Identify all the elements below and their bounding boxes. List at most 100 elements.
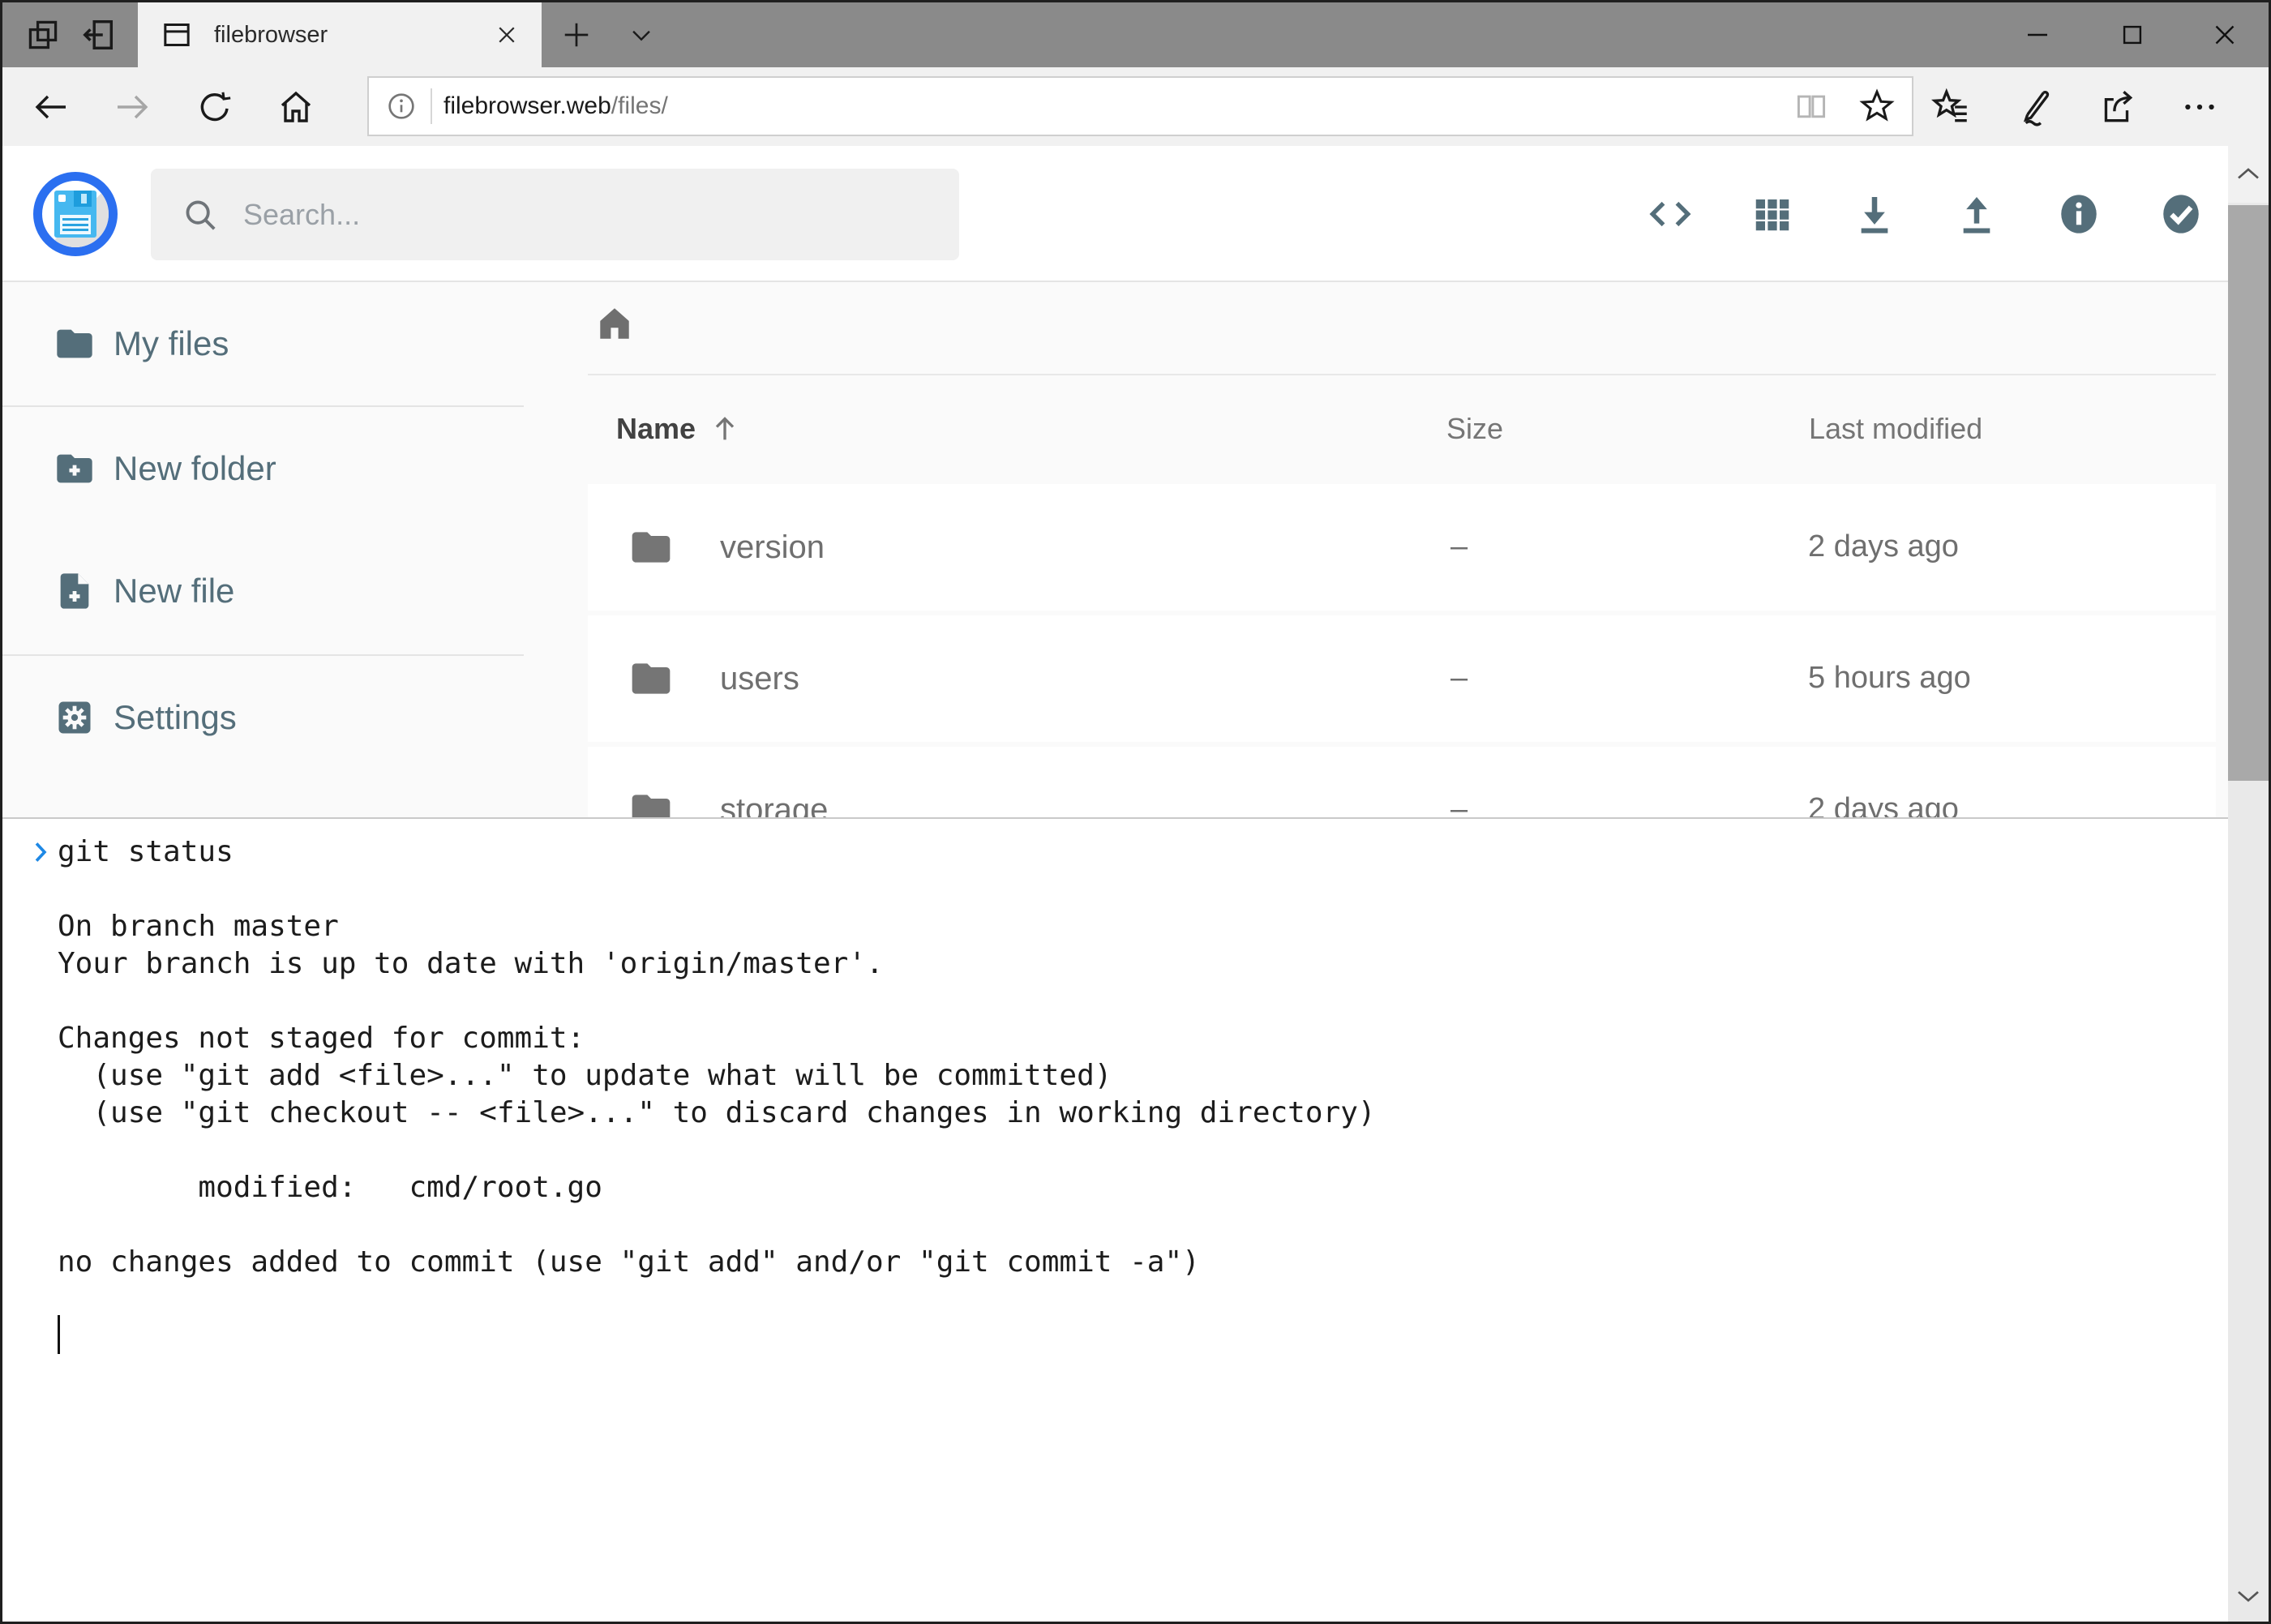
file-size: – <box>1450 661 1468 696</box>
download-button[interactable] <box>1849 188 1900 240</box>
sidebar-item-my-files[interactable]: My files <box>2 282 524 405</box>
file-modified: 2 days ago <box>1808 792 1959 817</box>
settings-ellipsis-icon[interactable] <box>2179 87 2220 127</box>
browser-tab[interactable]: filebrowser <box>138 2 542 67</box>
folder-icon <box>627 787 675 817</box>
share-icon[interactable] <box>2097 87 2137 127</box>
new-tab-button[interactable] <box>552 2 601 67</box>
folder-plus-icon <box>54 448 96 490</box>
site-info-icon[interactable] <box>385 90 418 122</box>
refresh-button[interactable] <box>178 67 251 146</box>
close-icon <box>2210 20 2239 49</box>
file-size: – <box>1450 792 1468 817</box>
sidebar-item-new-folder[interactable]: New folder <box>2 407 524 530</box>
file-listing: Name Size Last modified version – 2 days… <box>588 282 2216 817</box>
home-button[interactable] <box>259 67 332 146</box>
close-window-button[interactable] <box>2192 2 2257 67</box>
browser-window: filebrowser <box>0 0 2271 1624</box>
grid-view-icon <box>1750 192 1794 236</box>
page-icon <box>161 19 193 51</box>
url-text: filebrowser.web/files/ <box>443 92 668 120</box>
back-icon <box>32 88 71 126</box>
refresh-icon <box>196 88 234 126</box>
plus-icon <box>561 19 592 50</box>
maximize-icon <box>2119 21 2146 49</box>
column-header-modified[interactable]: Last modified <box>1809 412 1982 446</box>
check-circle-icon <box>2157 190 2205 238</box>
page-scrollbar[interactable] <box>2228 146 2269 1624</box>
file-row-storage[interactable]: storage – 2 days ago <box>588 747 2216 817</box>
address-divider <box>431 88 432 124</box>
minimize-icon <box>2023 20 2052 49</box>
column-header-size[interactable]: Size <box>1446 412 1503 446</box>
gear-icon <box>54 696 96 739</box>
home-icon <box>276 88 315 126</box>
terminal-output: On branch master Your branch is up to da… <box>58 908 1376 1281</box>
file-row-users[interactable]: users – 5 hours ago <box>588 615 2216 742</box>
browser-toolbar: filebrowser.web/files/ <box>2 67 2269 146</box>
file-info-button[interactable] <box>2053 188 2105 240</box>
folder-icon <box>627 656 675 701</box>
sidebar-item-settings[interactable]: Settings <box>2 656 524 779</box>
set-tabs-aside-icon <box>79 16 117 54</box>
chevron-up-icon <box>2234 160 2263 189</box>
filebrowser-logo[interactable] <box>33 172 118 256</box>
download-icon <box>1852 191 1897 237</box>
sidebar-item-label: Settings <box>114 698 237 737</box>
upload-button[interactable] <box>1951 188 2003 240</box>
terminal-prompt-icon <box>27 838 54 866</box>
code-view-icon <box>1647 191 1694 238</box>
file-plus-icon <box>54 570 96 612</box>
tab-title: filebrowser <box>214 22 495 49</box>
raw-code-view-button[interactable] <box>1644 188 1696 240</box>
file-size: – <box>1450 529 1468 564</box>
grid-view-button[interactable] <box>1746 188 1798 240</box>
terminal-command: git status <box>58 833 234 871</box>
reading-view-icon[interactable] <box>1793 88 1829 124</box>
file-name: storage <box>720 792 828 817</box>
search-placeholder: Search... <box>243 198 360 232</box>
maximize-button[interactable] <box>2100 2 2165 67</box>
tab-preview-button[interactable] <box>20 2 66 67</box>
name-column-label: Name <box>616 412 696 446</box>
tab-list-button[interactable] <box>617 2 666 67</box>
web-note-pen-icon[interactable] <box>2014 87 2055 127</box>
back-button[interactable] <box>15 67 88 146</box>
info-icon <box>2055 190 2102 238</box>
terminal-cursor <box>58 1315 60 1354</box>
search-icon <box>182 196 219 234</box>
search-input[interactable]: Search... <box>151 169 959 260</box>
upload-icon <box>1954 191 1999 237</box>
set-tabs-aside-button[interactable] <box>75 2 121 67</box>
select-multiple-button[interactable] <box>2155 188 2207 240</box>
hub-favorites-icon[interactable] <box>1931 87 1972 127</box>
forward-icon <box>113 88 152 126</box>
tab-close-icon[interactable] <box>495 23 519 47</box>
file-name: users <box>720 661 799 697</box>
column-headers: Name Size Last modified <box>588 412 2216 452</box>
file-modified: 5 hours ago <box>1808 661 1971 696</box>
sidebar-item-label: New folder <box>114 449 276 488</box>
sidebar-item-label: My files <box>114 324 229 363</box>
scrollbar-thumb[interactable] <box>2228 205 2269 781</box>
floppy-disk-icon <box>54 191 96 238</box>
scroll-down-button[interactable] <box>2228 1567 2269 1624</box>
address-bar[interactable]: filebrowser.web/files/ <box>367 76 1913 136</box>
url-path: /files/ <box>611 92 668 119</box>
file-modified: 2 days ago <box>1808 529 1959 564</box>
sort-ascending-icon <box>709 413 741 445</box>
scroll-up-button[interactable] <box>2228 146 2269 203</box>
minimize-button[interactable] <box>2005 2 2070 67</box>
breadcrumb-home-icon[interactable] <box>594 303 635 344</box>
file-row-version[interactable]: version – 2 days ago <box>588 484 2216 611</box>
add-favorite-star-icon[interactable] <box>1858 88 1896 125</box>
title-bar: filebrowser <box>2 2 2269 67</box>
chevron-down-icon <box>2234 1581 2263 1610</box>
listing-divider <box>588 374 2216 375</box>
column-header-name[interactable]: Name <box>616 412 741 446</box>
file-name: version <box>720 529 825 566</box>
forward-button[interactable] <box>96 67 169 146</box>
folder-icon <box>54 323 96 365</box>
sidebar-item-label: New file <box>114 572 234 611</box>
sidebar-item-new-file[interactable]: New file <box>2 529 524 653</box>
